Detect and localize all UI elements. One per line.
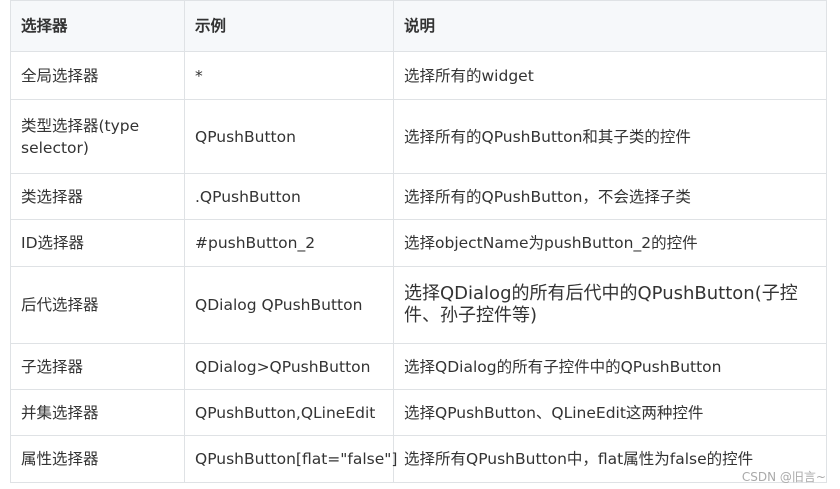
cell-example: QPushButton,QLineEdit (184, 389, 394, 436)
cell-description: 选择QPushButton、QLineEdit这两种控件 (393, 389, 827, 436)
table-row: 属性选择器 QPushButton[flat="false"] 选择所有QPus… (10, 435, 827, 483)
cell-example: QPushButton[flat="false"] (184, 435, 397, 483)
table-row: 全局选择器 * 选择所有的widget (10, 51, 827, 100)
table-row: 子选择器 QDialog>QPushButton 选择QDialog的所有子控件… (10, 343, 827, 390)
selector-table: 选择器 示例 说明 全局选择器 * 选择所有的widget 类型选择器(type… (10, 0, 827, 483)
table-row: 后代选择器 QDialog QPushButton 选择QDialog的所有后代… (10, 266, 827, 344)
cell-description: 选择所有的QPushButton，不会选择子类 (393, 173, 827, 220)
cell-example: #pushButton_2 (184, 219, 394, 267)
cell-selector: 子选择器 (10, 343, 185, 390)
cell-selector: 全局选择器 (10, 51, 185, 100)
table-header-row: 选择器 示例 说明 (10, 0, 827, 52)
table-row: 类型选择器(type selector) QPushButton 选择所有的QP… (10, 99, 827, 174)
header-selector: 选择器 (10, 0, 185, 52)
cell-selector: 属性选择器 (10, 435, 185, 483)
cell-selector: ID选择器 (10, 219, 185, 267)
cell-description: 选择所有的QPushButton和其子类的控件 (393, 99, 827, 174)
cell-example: QDialog>QPushButton (184, 343, 394, 390)
cell-selector: 并集选择器 (10, 389, 185, 436)
cell-example: QDialog QPushButton (184, 266, 394, 344)
table-row: 类选择器 .QPushButton 选择所有的QPushButton，不会选择子… (10, 173, 827, 220)
cell-selector: 类选择器 (10, 173, 185, 220)
cell-description: 选择QDialog的所有子控件中的QPushButton (393, 343, 827, 390)
table-row: ID选择器 #pushButton_2 选择objectName为pushBut… (10, 219, 827, 267)
cell-description: 选择QDialog的所有后代中的QPushButton(子控件、孙子控件等) (393, 266, 827, 344)
cell-selector: 后代选择器 (10, 266, 185, 344)
cell-description: 选择objectName为pushButton_2的控件 (393, 219, 827, 267)
cell-example: * (184, 51, 394, 100)
header-example: 示例 (184, 0, 394, 52)
table-row: 并集选择器 QPushButton,QLineEdit 选择QPushButto… (10, 389, 827, 436)
cell-selector: 类型选择器(type selector) (10, 99, 185, 174)
csdn-watermark: CSDN @旧言~ (741, 470, 826, 484)
cell-example: QPushButton (184, 99, 394, 174)
cell-description: 选择所有的widget (393, 51, 827, 100)
cell-example: .QPushButton (184, 173, 394, 220)
header-description: 说明 (393, 0, 827, 52)
